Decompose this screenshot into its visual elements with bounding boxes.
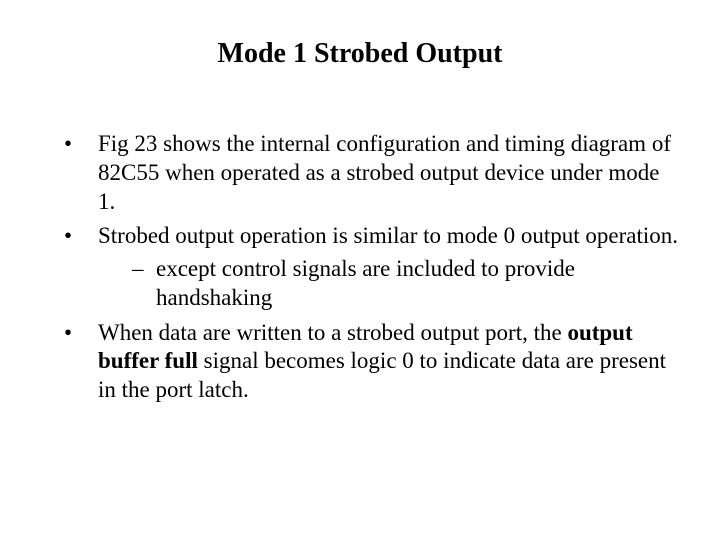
bullet-item-3: When data are written to a strobed outpu… [64, 319, 680, 405]
sub-bullet-list: except control signals are included to p… [98, 255, 680, 313]
sub-bullet-item-1: except control signals are included to p… [132, 255, 680, 313]
bullet-text-1: Fig 23 shows the internal configuration … [98, 131, 671, 214]
bullet-list: Fig 23 shows the internal configuration … [40, 130, 680, 405]
bullet-text-2: Strobed output operation is similar to m… [98, 223, 678, 248]
slide: Mode 1 Strobed Output Fig 23 shows the i… [0, 0, 720, 540]
bullet-item-1: Fig 23 shows the internal configuration … [64, 130, 680, 216]
slide-title: Mode 1 Strobed Output [40, 38, 680, 70]
bullet-item-2: Strobed output operation is similar to m… [64, 222, 680, 312]
sub-bullet-text-1: except control signals are included to p… [156, 256, 575, 310]
bullet-text-3-pre: When data are written to a strobed outpu… [98, 320, 567, 345]
